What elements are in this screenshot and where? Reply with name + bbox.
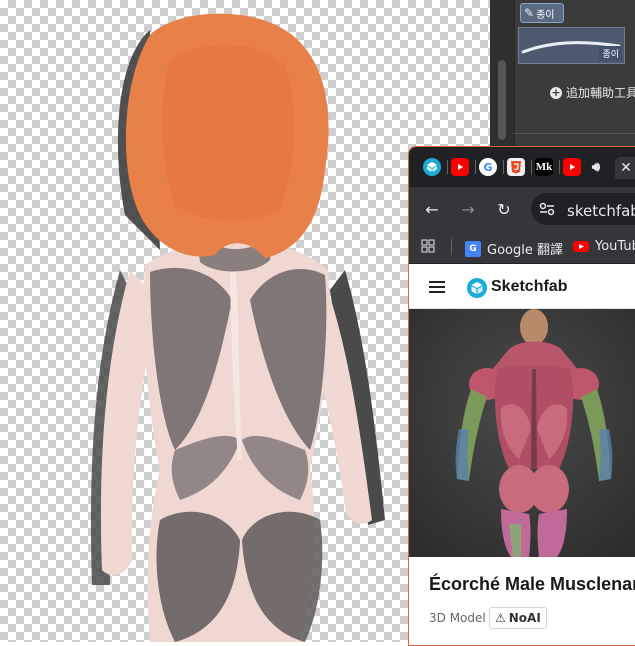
back-arrow-icon[interactable]: ← [421,198,443,220]
speaker-icon[interactable]: 🔊︎ [587,158,605,176]
site-settings-icon[interactable] [537,199,557,219]
youtube-icon [573,241,589,252]
bookmark-label: Google 翻譯 [487,243,563,258]
model-viewer[interactable] [409,309,635,557]
url-text[interactable]: sketchfab.com [567,202,635,220]
tab-separator [531,160,532,174]
ecorche-model-render [409,309,635,557]
mk-tab-icon[interactable]: Mk [535,158,553,176]
model-type-label: 3D Model [429,611,486,625]
close-tab-icon[interactable]: ✕ [615,157,635,179]
panel-divider [514,133,635,134]
bookmark-label: YouTube [595,239,635,254]
google-tab-icon[interactable]: G [479,158,497,176]
browser-window: G Mk 🔊︎ ✕ ← → ↻ sketchfab.com G Google 翻… [408,146,635,646]
reload-icon[interactable]: ↻ [493,198,515,220]
brush-preview-label: 종이 [599,46,622,61]
brush-tab[interactable]: ✎ 종이 [520,3,564,23]
tab-separator [475,160,476,174]
youtube-tab-icon[interactable] [563,158,581,176]
add-auxiliary-tool-button[interactable]: + 追加輔助工具 [550,84,635,101]
youtube-tab-icon[interactable] [451,158,469,176]
warning-icon: ⚠ [495,611,506,625]
sketchfab-logo-icon[interactable] [467,278,487,298]
add-tool-label: 追加輔助工具 [566,86,635,100]
noai-badge-label: NoAI [508,611,541,625]
sketchfab-tab-icon[interactable] [423,158,441,176]
tab-separator [447,160,448,174]
google-translate-icon: G [465,240,481,257]
plus-icon: + [550,85,562,99]
forward-arrow-icon[interactable]: → [457,198,479,220]
model-title[interactable]: Écorché Male Musclenames [429,574,635,595]
brush-tab-label: 종이 [536,9,555,21]
brush-preview[interactable]: 종이 [518,27,625,64]
panel-scrollbar[interactable] [498,60,506,140]
tab-separator [559,160,560,174]
sketchfab-logo-text[interactable]: Sketchfab [491,278,567,296]
apps-grid-icon[interactable] [421,239,435,253]
pen-icon: ✎ [524,6,535,20]
bookmark-google-translate[interactable]: G Google 翻譯 [465,239,563,258]
tab-separator [503,160,504,174]
bookmark-separator [451,239,452,255]
bookmark-youtube[interactable]: YouTube [573,239,635,254]
noai-badge: ⚠ NoAI [489,607,547,629]
html5-tab-icon[interactable] [507,158,525,176]
menu-icon[interactable] [429,281,445,293]
